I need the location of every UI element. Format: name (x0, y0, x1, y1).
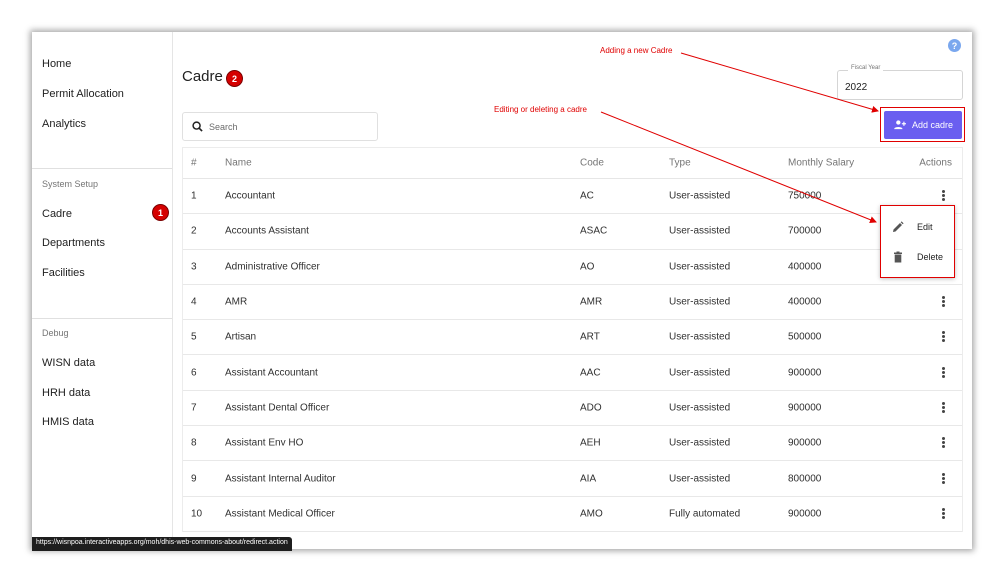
arrow-to-add-button (680, 52, 879, 113)
annotation-arrows (600, 52, 879, 224)
arrow-to-actions-menu (600, 111, 877, 224)
status-bar-url: https://wisnpoa.interactiveapps.org/moh/… (32, 537, 292, 551)
